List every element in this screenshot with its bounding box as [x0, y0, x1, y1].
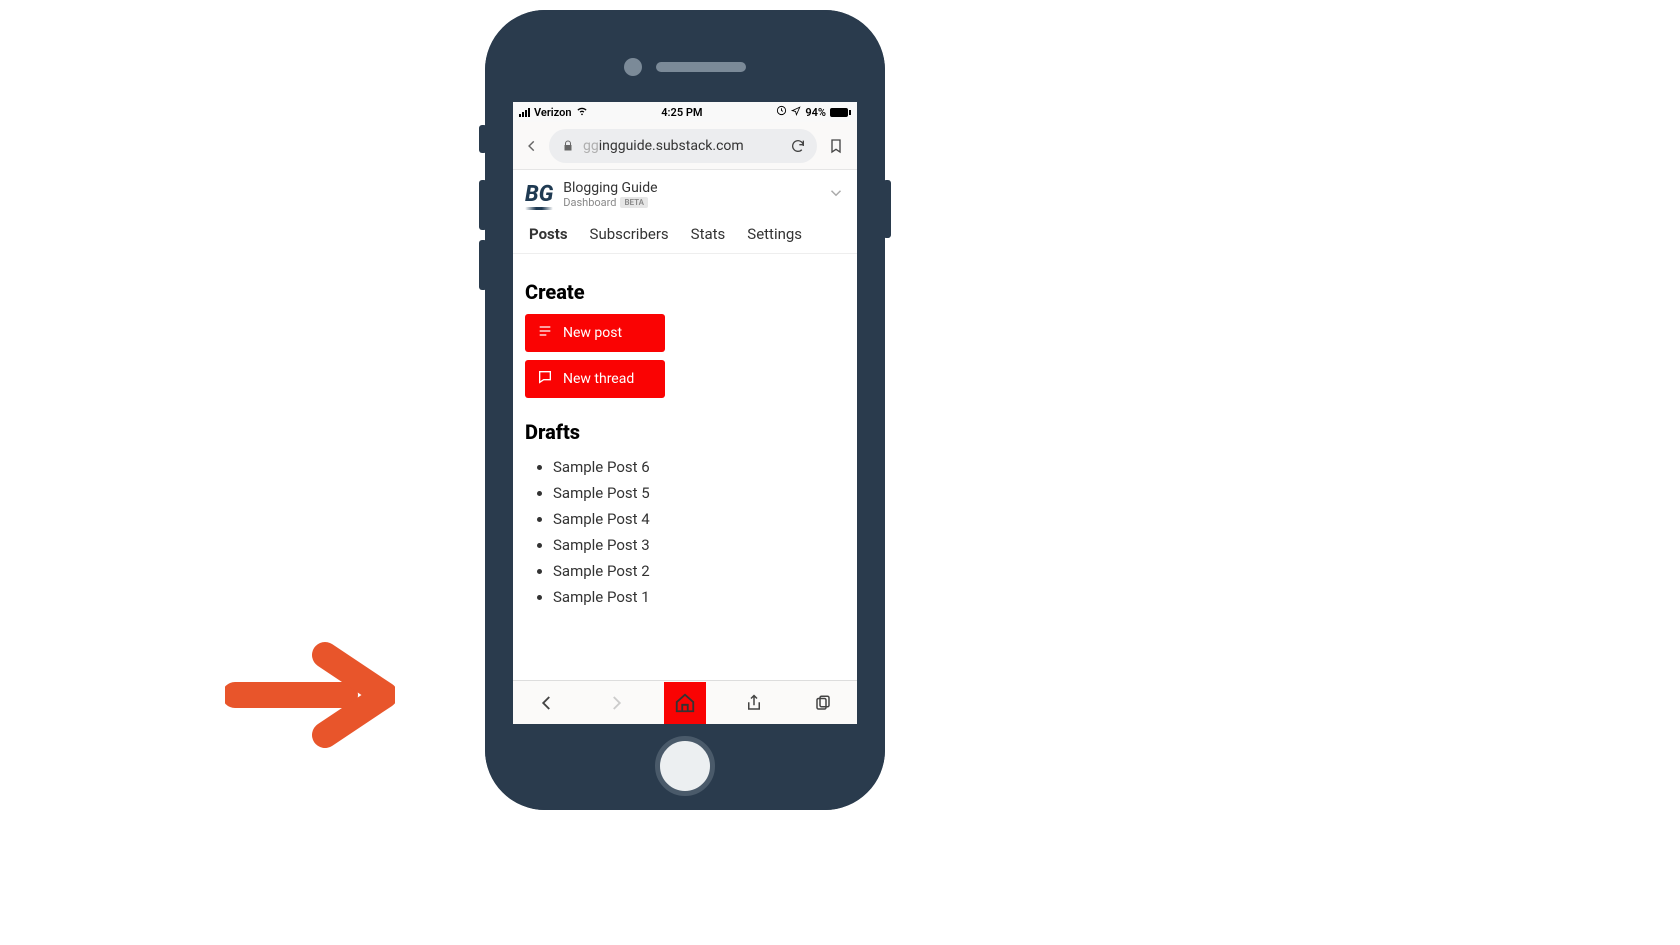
site-header: BG Blogging Guide Dashboard BETA [513, 170, 857, 217]
tabs-button[interactable] [802, 682, 844, 724]
share-button[interactable] [733, 682, 775, 724]
location-icon [791, 106, 801, 119]
phone-side-button [479, 180, 487, 230]
nav-forward-button[interactable] [595, 682, 637, 724]
drafts-heading: Drafts [525, 420, 845, 444]
list-item[interactable]: Sample Post 3 [553, 532, 845, 558]
battery-icon [830, 108, 851, 117]
nav-back-button[interactable] [526, 682, 568, 724]
status-bar: Verizon 4:25 PM 94% [513, 102, 857, 122]
annotation-arrow [225, 640, 395, 754]
battery-pct-label: 94% [805, 106, 826, 119]
phone-side-button [479, 125, 487, 153]
beta-badge: BETA [620, 197, 648, 208]
phone-side-button [479, 240, 487, 290]
main-content: Create New post New thread Drafts Sample… [513, 254, 857, 610]
tab-stats[interactable]: Stats [691, 225, 726, 243]
list-item[interactable]: Sample Post 4 [553, 506, 845, 532]
browser-back-button[interactable] [521, 135, 543, 157]
url-text: ingguide.substack.com [599, 138, 744, 154]
tab-settings[interactable]: Settings [747, 225, 802, 243]
bookmark-icon[interactable] [823, 137, 849, 155]
wifi-icon [576, 106, 588, 119]
rotation-lock-icon [776, 105, 787, 119]
document-icon [537, 323, 553, 343]
url-faded-prefix: gg [583, 138, 599, 154]
signal-icon [519, 108, 530, 117]
phone-speaker [656, 62, 746, 72]
time-label: 4:25 PM [661, 106, 702, 119]
browser-url-bar[interactable]: ggingguide.substack.com [549, 129, 817, 163]
lock-icon [559, 137, 577, 155]
drafts-list: Sample Post 6 Sample Post 5 Sample Post … [525, 454, 845, 610]
list-item[interactable]: Sample Post 2 [553, 558, 845, 584]
list-item[interactable]: Sample Post 6 [553, 454, 845, 480]
home-button[interactable] [664, 682, 706, 724]
reload-icon[interactable] [789, 137, 807, 155]
browser-url-row: ggingguide.substack.com [513, 122, 857, 170]
header-dropdown-toggle[interactable] [827, 184, 845, 206]
new-thread-button[interactable]: New thread [525, 360, 665, 398]
phone-home-button[interactable] [655, 736, 715, 796]
carrier-label: Verizon [534, 106, 572, 119]
new-post-label: New post [563, 325, 622, 341]
new-thread-label: New thread [563, 371, 634, 387]
list-item[interactable]: Sample Post 1 [553, 584, 845, 610]
new-post-button[interactable]: New post [525, 314, 665, 352]
create-heading: Create [525, 280, 845, 304]
chat-icon [537, 369, 553, 389]
dashboard-label: Dashboard [563, 196, 616, 209]
phone-screen: Verizon 4:25 PM 94% [513, 102, 857, 724]
phone-camera [624, 58, 642, 76]
browser-bottom-toolbar [513, 680, 857, 724]
site-title: Blogging Guide [563, 180, 657, 196]
site-logo[interactable]: BG [525, 184, 553, 206]
phone-frame: Verizon 4:25 PM 94% [485, 10, 885, 810]
tab-posts[interactable]: Posts [529, 225, 568, 243]
nav-tabs: Posts Subscribers Stats Settings [513, 217, 857, 254]
phone-side-button [883, 180, 891, 238]
tab-subscribers[interactable]: Subscribers [590, 225, 669, 243]
list-item[interactable]: Sample Post 5 [553, 480, 845, 506]
